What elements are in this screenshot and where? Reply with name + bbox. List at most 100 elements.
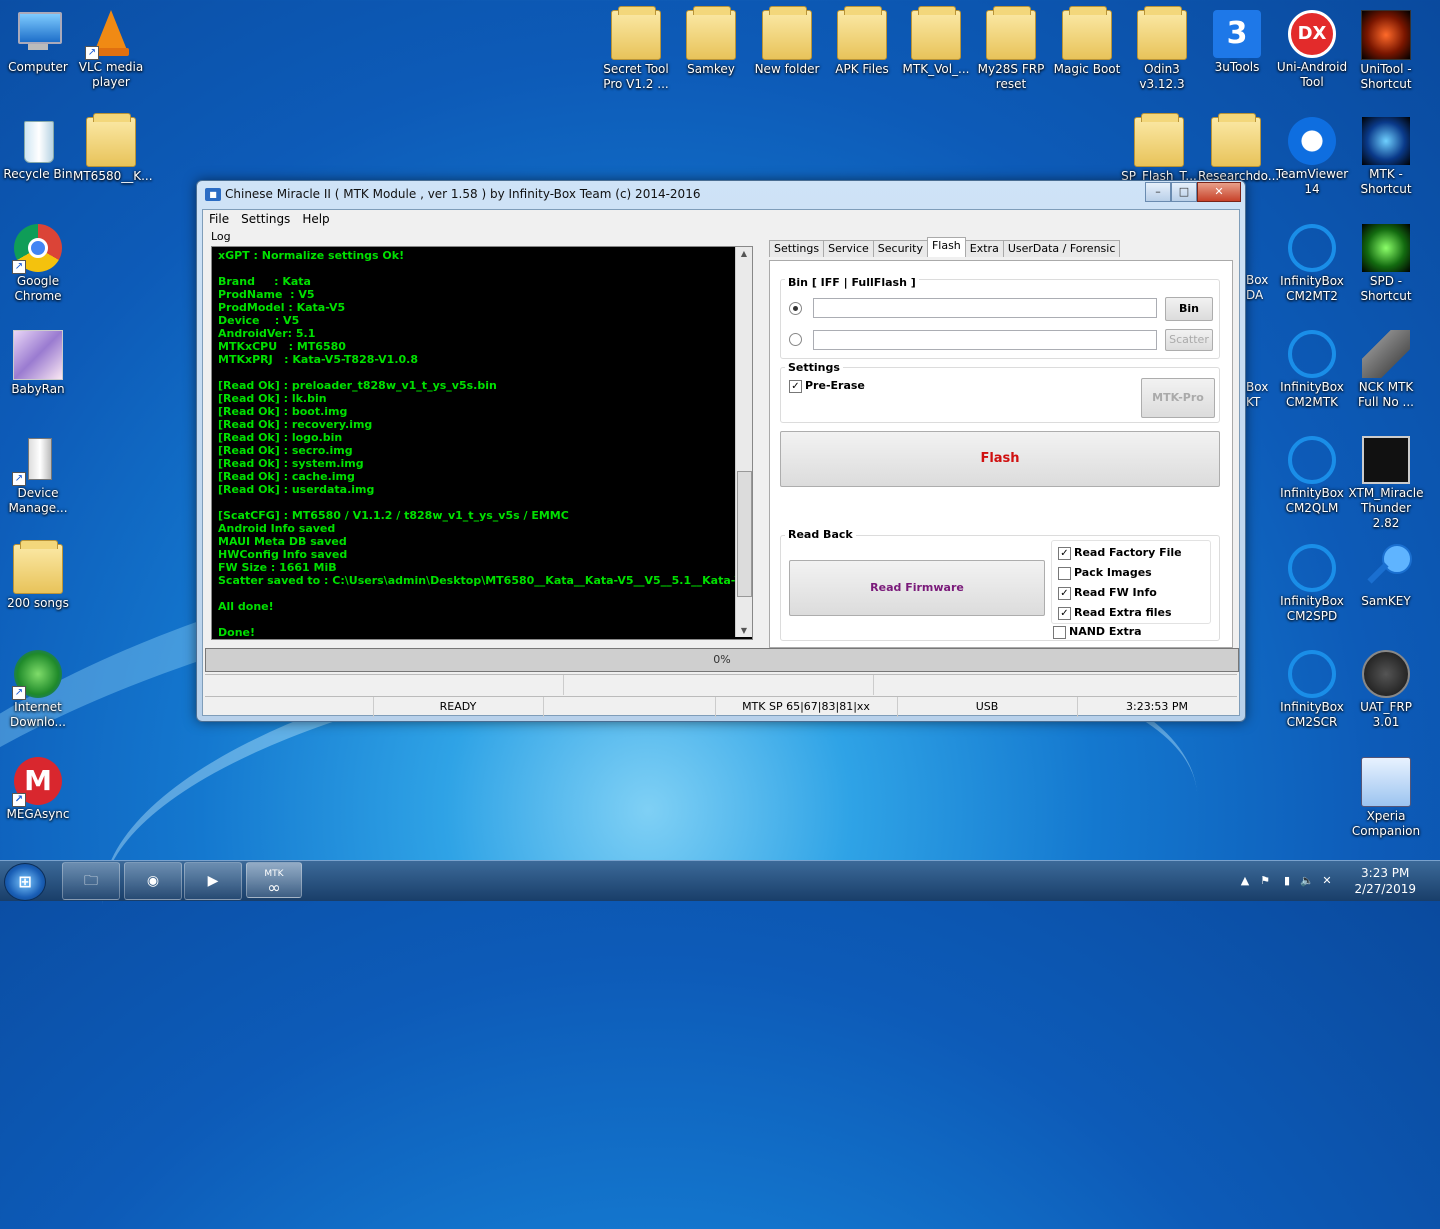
infinity-icon: ∞	[267, 878, 281, 897]
desktop-icon-cm2qlm[interactable]: InfinityBox CM2QLM	[1274, 432, 1350, 530]
desktop-icon-megasync[interactable]: M ↗ MEGAsync	[0, 753, 76, 851]
desktop-icon-cm2mt2[interactable]: InfinityBox CM2MT2	[1274, 220, 1350, 318]
window-client: File Settings Help Log xGPT : Normalize se…	[202, 209, 1240, 717]
bin-radio[interactable]	[789, 302, 802, 315]
read-firmware-button[interactable]: Read Firmware	[789, 560, 1045, 616]
scroll-down-icon[interactable]: ▼	[736, 626, 752, 635]
desktop-icon-computer[interactable]: Computer	[0, 6, 76, 104]
menu-help[interactable]: Help	[296, 210, 335, 228]
scatter-radio[interactable]	[789, 333, 802, 346]
log-scrollbar[interactable]: ▲ ▼	[735, 247, 752, 637]
clock-date: 2/27/2019	[1354, 882, 1416, 896]
tab-extra[interactable]: Extra	[964, 240, 1004, 257]
desktop-icon-samkey-folder[interactable]: Samkey	[673, 6, 749, 104]
desktop-icon-nck-mtk[interactable]: NCK MTK Full No ...	[1348, 326, 1424, 424]
tab-settings[interactable]: Settings	[769, 240, 825, 257]
scroll-up-icon[interactable]: ▲	[736, 249, 752, 258]
desktop-icon-200-songs[interactable]: 200 songs	[0, 540, 76, 638]
log-line: Device : V5	[218, 314, 300, 327]
network-icon[interactable]: ✕	[1320, 874, 1334, 888]
desktop-icon-samkey[interactable]: SamKEY	[1348, 540, 1424, 638]
scatter-path-input[interactable]	[813, 330, 1157, 350]
desktop-icon-mtk-vol[interactable]: MTK_Vol_...	[898, 6, 974, 104]
desktop-icon-vlc[interactable]: ↗ VLC media player	[73, 6, 149, 104]
nand-extra-checkbox[interactable]	[1053, 626, 1066, 639]
desktop-icon-spd[interactable]: SPD - Shortcut	[1348, 220, 1424, 318]
bin-button[interactable]: Bin	[1165, 297, 1213, 321]
desktop-icon-secret-tool[interactable]: Secret Tool Pro V1.2 ...	[598, 6, 674, 104]
taskbar-chrome[interactable]: ◉	[124, 862, 182, 900]
desktop-icon-mtk-shortcut[interactable]: MTK - Shortcut	[1348, 113, 1424, 211]
desktop-icon-uni-android[interactable]: DX Uni-Android Tool	[1274, 6, 1350, 104]
scrollbar-thumb[interactable]	[737, 471, 752, 597]
desktop-icon-3utools[interactable]: 3 3uTools	[1199, 6, 1275, 104]
desktop-icon-xtm[interactable]: XTM_Miracle Thunder 2.82	[1348, 432, 1424, 530]
flash-button[interactable]: Flash	[780, 431, 1220, 487]
desktop-icon-cm2mtk[interactable]: InfinityBox CM2MTK	[1274, 326, 1350, 424]
pack-images-checkbox[interactable]	[1058, 567, 1071, 580]
maximize-button[interactable]: □	[1171, 182, 1197, 202]
taskbar-mtk-app[interactable]: MTK ∞	[246, 862, 302, 898]
desktop-icon-mt6580-folder[interactable]: MT6580__K...	[73, 113, 153, 211]
read-fw-info-checkbox[interactable]: ✓	[1058, 587, 1071, 600]
desktop-icon-device-manager[interactable]: ↗ Device Manage...	[0, 432, 76, 530]
scatter-button[interactable]: Scatter	[1165, 329, 1213, 351]
close-button[interactable]: ✕	[1197, 182, 1241, 202]
desktop-icon-cm2scr[interactable]: InfinityBox CM2SCR	[1274, 646, 1350, 744]
desktop-icon-label: Magic Boot	[1053, 62, 1121, 76]
desktop-icon-label: MEGAsync	[6, 807, 70, 821]
minimize-button[interactable]: –	[1145, 182, 1171, 202]
log-line: Scatter saved to : C:\Users\admin\Deskto…	[218, 574, 753, 587]
desktop-icon-idm[interactable]: ↗ Internet Downlo...	[0, 646, 76, 744]
desktop-icon-chrome[interactable]: ↗ Google Chrome	[0, 220, 76, 318]
read-factory-file-label: Read Factory File	[1074, 546, 1182, 559]
desktop-icon-recycle-bin[interactable]: Recycle Bin	[0, 113, 76, 211]
tab-userdata-forensic[interactable]: UserData / Forensic	[1002, 240, 1121, 257]
desktop-icon-xperia[interactable]: Xperia Companion	[1348, 753, 1424, 851]
log-line: [Read Ok] : userdata.img	[218, 483, 375, 496]
folder-icon	[986, 6, 1036, 60]
menu-file[interactable]: File	[203, 210, 235, 228]
desktop-icon-unitool[interactable]: UniTool - Shortcut	[1348, 6, 1424, 104]
desktop-icon-new-folder[interactable]: New folder	[749, 6, 825, 104]
start-button[interactable]: ⊞	[4, 863, 46, 901]
desktop-icon-cm2spd[interactable]: InfinityBox CM2SPD	[1274, 540, 1350, 638]
desktop-icon-teamviewer[interactable]: TeamViewer 14	[1274, 113, 1350, 211]
desktop-icon-apk-files[interactable]: APK Files	[824, 6, 900, 104]
pre-erase-checkbox[interactable]: ✓	[789, 380, 802, 393]
window-titlebar[interactable]: ■ Chinese Miracle II ( MTK Module , ver …	[197, 181, 1245, 209]
battery-icon[interactable]: ▮	[1280, 874, 1294, 888]
recycle-bin-icon	[14, 117, 62, 165]
idm-icon: ↗	[12, 650, 62, 700]
desktop-icon-uat-frp[interactable]: UAT_FRP 3.01	[1348, 646, 1424, 744]
tab-service[interactable]: Service	[823, 240, 874, 257]
volume-icon[interactable]: 🔈	[1300, 874, 1314, 888]
taskbar-clock[interactable]: 3:23 PM 2/27/2019	[1354, 865, 1416, 897]
status-cell	[873, 675, 1237, 695]
mtk-pro-button[interactable]: MTK-Pro	[1141, 378, 1215, 418]
status-cell	[205, 697, 374, 717]
shortcut-arrow-icon: ↗	[12, 472, 26, 486]
tab-security[interactable]: Security	[872, 240, 928, 257]
desktop-icon-my28s-frp[interactable]: My28S FRP reset	[973, 6, 1049, 104]
read-factory-file-checkbox[interactable]: ✓	[1058, 547, 1071, 560]
read-extra-files-checkbox[interactable]: ✓	[1058, 607, 1071, 620]
tab-flash[interactable]: Flash	[926, 237, 966, 257]
desktop-icon-babyran[interactable]: BabyRan	[0, 326, 76, 424]
menu-settings[interactable]: Settings	[235, 210, 296, 228]
taskbar-media-player[interactable]: ▶	[184, 862, 242, 900]
desktop-icon-odin3[interactable]: Odin3 v3.12.3	[1124, 6, 1200, 104]
log-line: [Read Ok] : recovery.img	[218, 418, 373, 431]
key-icon	[1362, 544, 1412, 592]
desktop-icon-magic-boot[interactable]: Magic Boot	[1049, 6, 1125, 104]
log-line: ProdName : V5	[218, 288, 315, 301]
tab-strip: Settings Service Security Flash Extra UserDat…	[769, 237, 1121, 258]
desktop-icon-label: InfinityBox CM2MT2	[1280, 274, 1344, 303]
taskbar-explorer[interactable]: 🗀	[62, 862, 120, 900]
log-output[interactable]: xGPT : Normalize settings Ok! Brand : Ka…	[211, 246, 753, 640]
show-hidden-icons-icon[interactable]: ▲	[1238, 874, 1252, 888]
action-center-icon[interactable]: ⚑	[1258, 874, 1272, 888]
bin-path-input[interactable]	[813, 298, 1157, 318]
